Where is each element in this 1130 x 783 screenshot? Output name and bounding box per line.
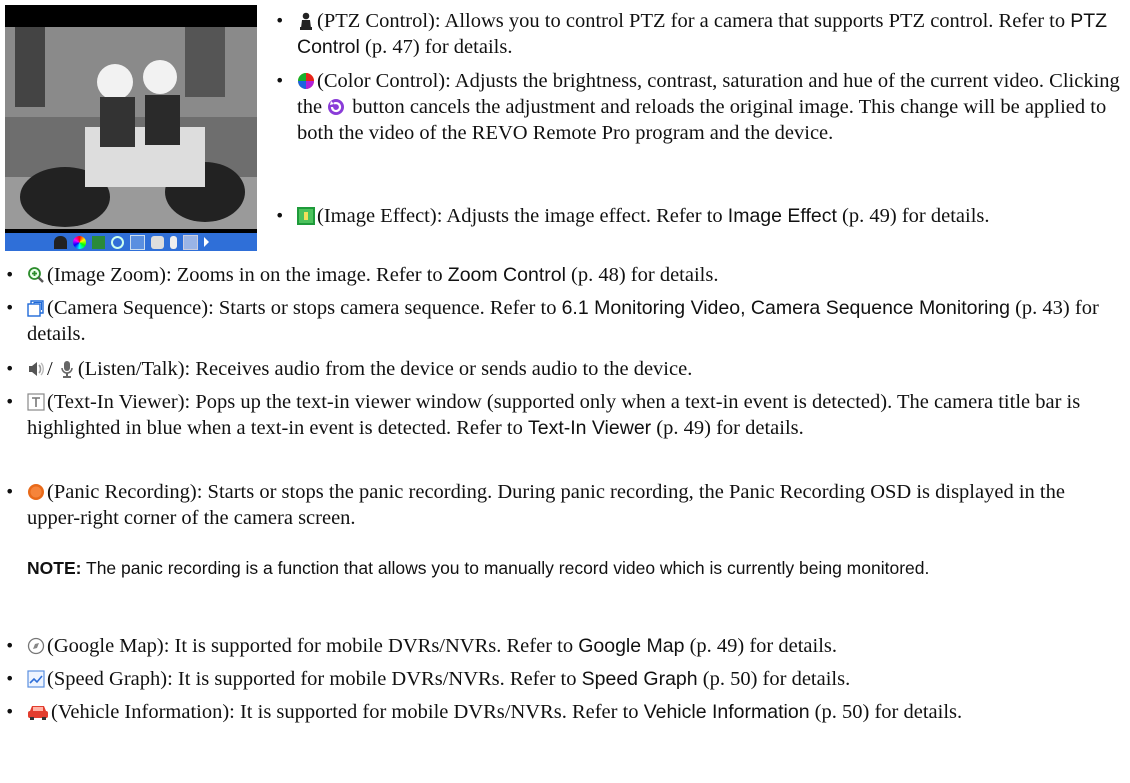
bullet: • xyxy=(5,702,15,721)
item-text: (Speed Graph): It is supported for mobil… xyxy=(47,668,582,690)
bullet: • xyxy=(5,482,15,501)
bullet: • xyxy=(275,11,285,30)
item-text-after: (p. 50) for details. xyxy=(809,701,963,723)
item-text: (Camera Sequence): Starts or stops camer… xyxy=(47,297,562,319)
image-effect-button[interactable] xyxy=(91,235,105,249)
zoom-control-link[interactable]: Zoom Control xyxy=(448,264,566,286)
item-text: (Panic Recording): Starts or stops the p… xyxy=(27,481,1065,529)
item-text-2: button cancels the adjustment and reload… xyxy=(297,96,1107,144)
item-text-after: (p. 48) for details. xyxy=(565,264,719,286)
bullet: • xyxy=(275,71,285,90)
color-control-button[interactable] xyxy=(72,235,86,249)
microphone-icon xyxy=(58,360,76,378)
reset-icon xyxy=(327,98,345,116)
graph-icon xyxy=(27,670,45,688)
item-text: (Vehicle Information): It is supported f… xyxy=(51,701,644,723)
separator: / xyxy=(47,358,53,380)
speaker-icon xyxy=(27,360,45,378)
note-label: NOTE: xyxy=(27,558,82,578)
bullet: • xyxy=(5,265,15,284)
bullet: • xyxy=(5,359,15,378)
bullet: • xyxy=(5,636,15,655)
item-text-after: (p. 49) for details. xyxy=(651,417,804,439)
monitoring-video-link[interactable]: 6.1 Monitoring Video, Camera Sequence Mo… xyxy=(562,297,1010,319)
item-text-after: (p. 49) for details. xyxy=(684,635,838,657)
camera-sequence-button[interactable] xyxy=(129,234,145,250)
image-effect-icon xyxy=(297,207,315,225)
text-in-icon xyxy=(27,393,45,411)
speed-graph-link[interactable]: Speed Graph xyxy=(582,668,698,690)
item-text: (Listen/Talk): Receives audio from the d… xyxy=(77,358,693,380)
note-block: NOTE: The panic recording is a function … xyxy=(27,556,1107,580)
ptz-button[interactable] xyxy=(53,235,67,249)
compass-icon xyxy=(27,637,45,655)
item-text: (Google Map): It is supported for mobile… xyxy=(47,635,579,657)
text-in-viewer-link[interactable]: Text-In Viewer xyxy=(528,417,651,439)
camera-sequence-icon xyxy=(27,299,45,317)
google-map-link[interactable]: Google Map xyxy=(578,635,684,657)
talk-button[interactable] xyxy=(169,235,177,249)
vehicle-information-link[interactable]: Vehicle Information xyxy=(644,701,810,723)
listen-button[interactable] xyxy=(150,235,164,249)
item-text: (PTZ Control): Allows you to control PTZ… xyxy=(317,10,1071,32)
zoom-button[interactable] xyxy=(110,235,124,249)
bullet: • xyxy=(5,298,15,317)
item-text: (Image Effect): Adjusts the image effect… xyxy=(317,205,728,227)
note-text: The panic recording is a function that a… xyxy=(81,558,930,578)
item-text-after: (p. 47) for details. xyxy=(359,36,513,58)
car-icon xyxy=(27,703,49,721)
zoom-icon xyxy=(27,266,45,284)
bullet: • xyxy=(275,206,285,225)
camera-toolbar xyxy=(5,233,257,251)
item-text: (Image Zoom): Zooms in on the image. Ref… xyxy=(47,264,448,286)
camera-preview xyxy=(5,5,257,251)
toolbar-more-arrow-icon[interactable] xyxy=(203,237,209,247)
text-in-button[interactable] xyxy=(182,234,198,250)
color-wheel-icon xyxy=(297,72,315,90)
item-text-after: (p. 49) for details. xyxy=(836,205,990,227)
record-icon xyxy=(27,483,45,501)
person-icon xyxy=(297,12,315,30)
item-text-after: (p. 50) for details. xyxy=(697,668,851,690)
bullet: • xyxy=(5,669,15,688)
camera-image xyxy=(5,27,257,229)
bullet: • xyxy=(5,392,15,411)
image-effect-link[interactable]: Image Effect xyxy=(728,205,837,227)
